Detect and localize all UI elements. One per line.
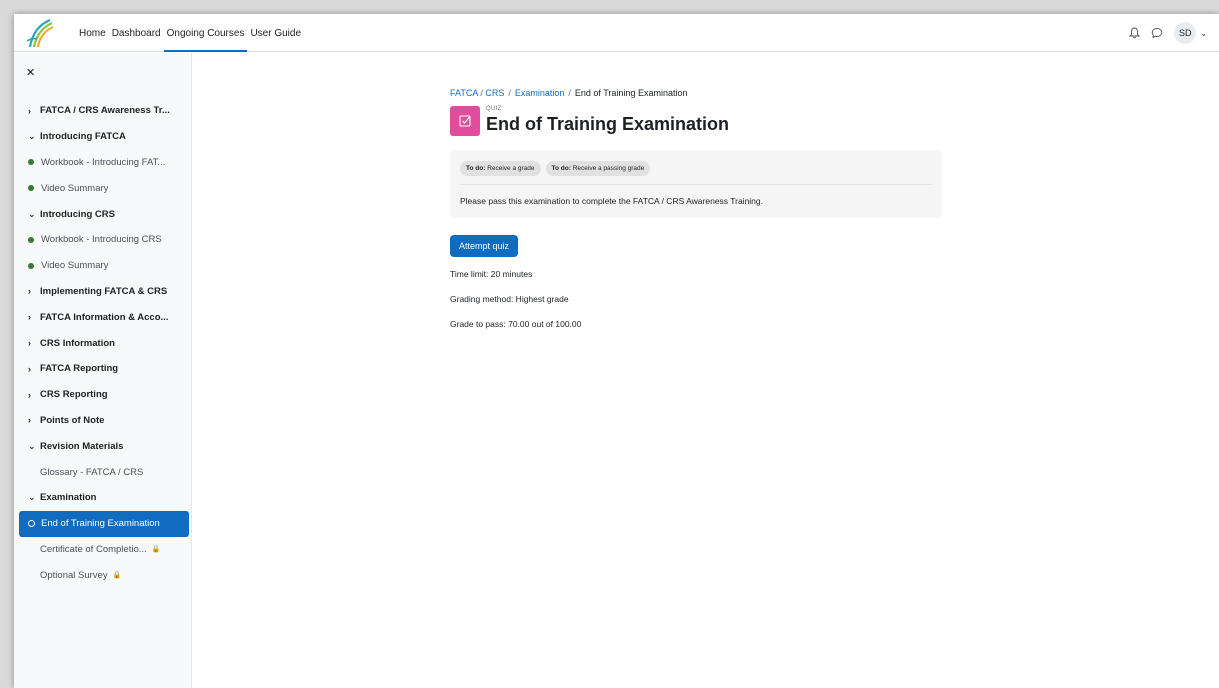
completion-requirements: To do: Receive a grade To do: Receive a … — [460, 161, 932, 185]
completion-complete-icon — [28, 159, 34, 166]
bell-icon[interactable] — [1125, 24, 1143, 42]
course-section-item[interactable]: › FATCA / CRS Awareness Tr... — [14, 98, 192, 124]
course-activity-item[interactable]: Workbook - Introducing CRS — [14, 227, 192, 253]
completion-incomplete-icon — [28, 520, 35, 528]
course-index: › FATCA / CRS Awareness Tr... ⌄ Introducin… — [14, 98, 192, 588]
chevron-down-icon[interactable]: ⌄ — [1200, 29, 1207, 38]
page-title: End of Training Examination — [486, 114, 730, 134]
nav-home[interactable]: Home — [79, 14, 106, 52]
lock-icon: 🔒 — [151, 546, 161, 554]
course-section-item[interactable]: › Points of Note — [14, 408, 192, 434]
course-section-item[interactable]: ⌄ Introducing CRS — [14, 201, 192, 227]
site-logo[interactable] — [24, 17, 56, 49]
course-section-item[interactable]: ⌄ Revision Materials — [14, 433, 192, 459]
nav-dashboard[interactable]: Dashboard — [112, 14, 161, 52]
course-activity-item[interactable]: Certificate of Completio... 🔒 — [14, 537, 192, 563]
attempt-quiz-button[interactable]: Attempt quiz — [450, 235, 519, 257]
completion-complete-icon — [28, 185, 34, 192]
main-content: FATCA / CRS / Examination / End of Training … — [450, 88, 950, 329]
breadcrumb: FATCA / CRS / Examination / End of Training … — [450, 88, 688, 98]
nav-user-guide[interactable]: User Guide — [250, 14, 301, 52]
chevron-down-icon[interactable]: ⌄ — [28, 492, 40, 503]
page-header: QUIZ End of Training Examination — [450, 106, 950, 142]
course-activity-item-current[interactable]: End of Training Examination — [19, 510, 189, 537]
completion-badge: To do: Receive a passing grade — [545, 161, 651, 176]
chevron-right-icon[interactable]: › — [28, 364, 40, 374]
module-type-label: QUIZ — [486, 106, 502, 112]
chevron-right-icon[interactable]: › — [28, 106, 40, 116]
chevron-down-icon[interactable]: ⌄ — [28, 441, 40, 452]
course-section-item[interactable]: › FATCA Reporting — [14, 356, 192, 382]
lock-icon: 🔒 — [112, 572, 122, 580]
course-activity-item[interactable]: Glossary - FATCA / CRS — [14, 459, 192, 485]
chevron-right-icon[interactable]: › — [28, 312, 40, 322]
chevron-down-icon[interactable]: ⌄ — [28, 209, 40, 220]
user-navigation: SD ⌄ — [1120, 14, 1207, 52]
activity-information: To do: Receive a grade To do: Receive a … — [450, 150, 942, 218]
browser-window: Home Dashboard Ongoing Courses User Guid… — [14, 14, 1219, 688]
course-index-drawer: ✕ › FATCA / CRS Awareness Tr... ⌄ Introduc… — [14, 53, 192, 688]
activity-description: Please pass this examination to complete… — [460, 196, 764, 206]
completion-badge: To do: Receive a grade — [460, 161, 541, 176]
chat-icon[interactable] — [1148, 24, 1166, 42]
completion-complete-icon — [28, 236, 34, 243]
primary-navigation: Home Dashboard Ongoing Courses User Guid… — [79, 14, 307, 52]
chevron-right-icon[interactable]: › — [28, 338, 40, 348]
course-section-item[interactable]: › Implementing FATCA & CRS — [14, 279, 192, 305]
completion-complete-icon — [28, 262, 34, 269]
nav-ongoing-courses[interactable]: Ongoing Courses — [163, 14, 248, 52]
chevron-right-icon[interactable]: › — [28, 390, 40, 400]
course-section-item[interactable]: › CRS Information — [14, 330, 192, 356]
course-section-item[interactable]: ⌄ Introducing FATCA — [14, 124, 192, 150]
breadcrumb-current: End of Training Examination — [574, 88, 688, 98]
grade-to-pass: Grade to pass: 70.00 out of 100.00 — [450, 319, 582, 329]
breadcrumb-link[interactable]: Examination — [515, 88, 565, 98]
time-limit: Time limit: 20 minutes — [450, 269, 533, 279]
course-activity-item[interactable]: Workbook - Introducing FAT... — [14, 150, 192, 176]
course-section-item[interactable]: ⌄ Examination — [14, 485, 192, 511]
chevron-right-icon[interactable]: › — [28, 415, 40, 425]
top-navbar: Home Dashboard Ongoing Courses User Guid… — [14, 14, 1219, 52]
avatar[interactable]: SD — [1174, 22, 1197, 44]
close-icon[interactable]: ✕ — [26, 66, 35, 79]
course-activity-item[interactable]: Video Summary — [14, 175, 192, 201]
chevron-right-icon[interactable]: › — [28, 286, 40, 296]
quiz-icon — [450, 106, 480, 136]
course-activity-item[interactable]: Optional Survey 🔒 — [14, 562, 192, 588]
breadcrumb-link[interactable]: FATCA / CRS — [450, 88, 504, 98]
course-section-item[interactable]: › FATCA Information & Acco... — [14, 304, 192, 330]
grading-method: Grading method: Highest grade — [450, 294, 569, 304]
course-activity-item[interactable]: Video Summary — [14, 253, 192, 279]
chevron-down-icon[interactable]: ⌄ — [28, 131, 40, 142]
course-section-item[interactable]: › CRS Reporting — [14, 382, 192, 408]
